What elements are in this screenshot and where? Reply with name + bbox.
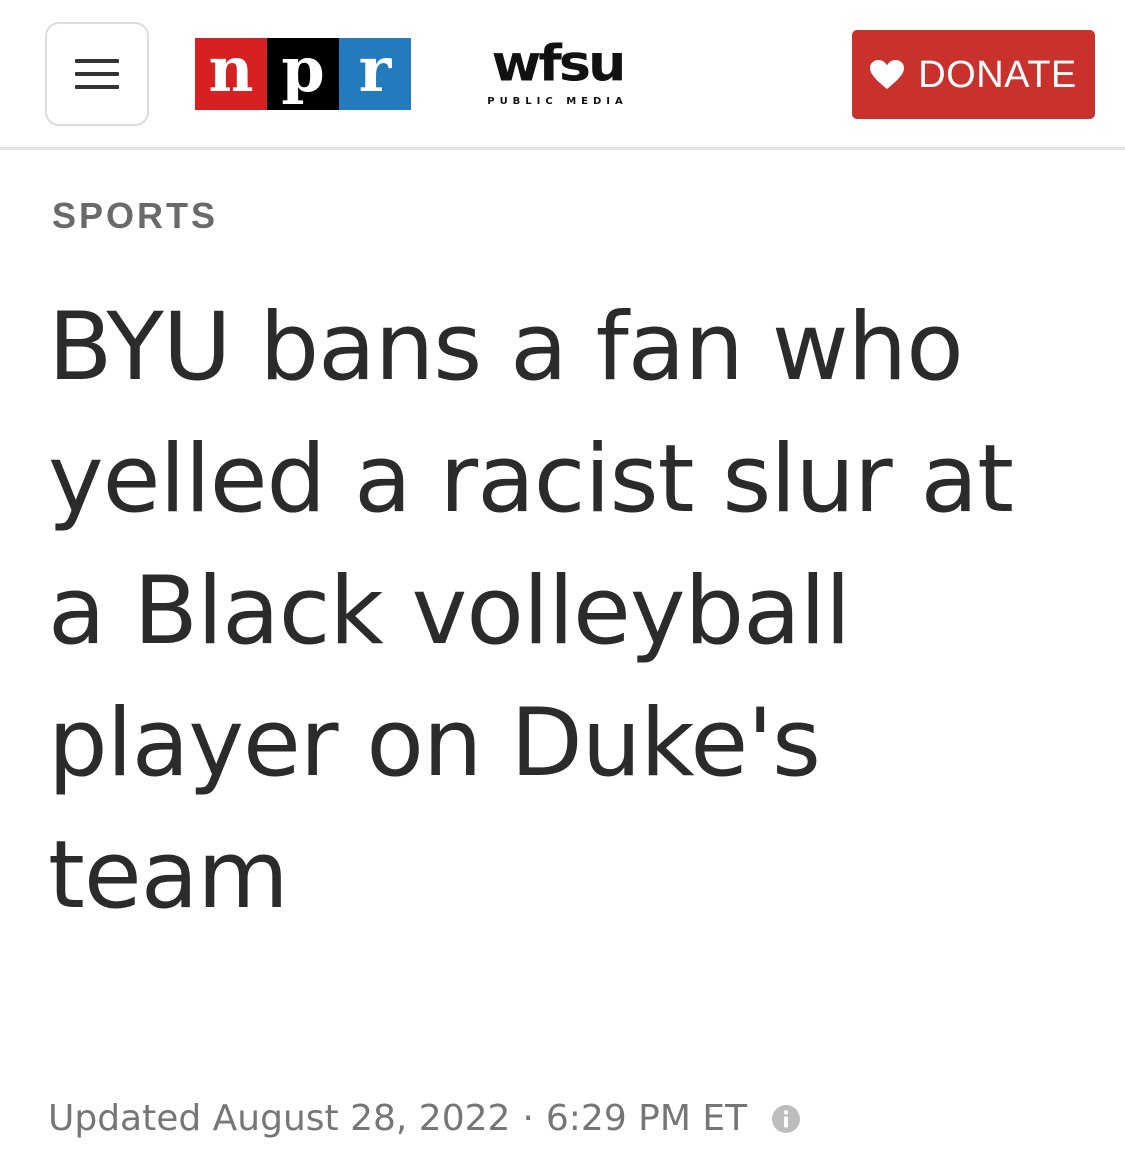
- heart-icon: [870, 59, 905, 89]
- station-wordmark: wfsu: [491, 34, 627, 93]
- dateline-separator: ·: [522, 1098, 534, 1139]
- article-dateline: Updated August 28, 2022 · 6:29 PM ET: [48, 1098, 801, 1139]
- info-icon[interactable]: [771, 1104, 801, 1134]
- updated-date: Updated August 28, 2022: [48, 1098, 511, 1139]
- npr-logo-n: n: [195, 38, 267, 110]
- npr-logo[interactable]: n p r: [195, 38, 411, 110]
- donate-label: DONATE: [918, 53, 1077, 96]
- npr-logo-r: r: [339, 38, 411, 110]
- hamburger-menu-icon: [75, 59, 119, 89]
- npr-logo-p: p: [267, 38, 339, 110]
- station-logo[interactable]: wfsu PUBLIC MEDIA: [470, 34, 645, 112]
- section-link[interactable]: SPORTS: [52, 195, 218, 237]
- article-headline: BYU bans a fan who yelled a racist slur …: [48, 293, 1014, 930]
- site-header: n p r wfsu PUBLIC MEDIA DONATE: [0, 0, 1125, 150]
- updated-time: 6:29 PM ET: [545, 1098, 748, 1139]
- menu-button[interactable]: [45, 22, 149, 126]
- station-tagline: PUBLIC MEDIA: [487, 96, 628, 107]
- donate-button[interactable]: DONATE: [852, 30, 1095, 119]
